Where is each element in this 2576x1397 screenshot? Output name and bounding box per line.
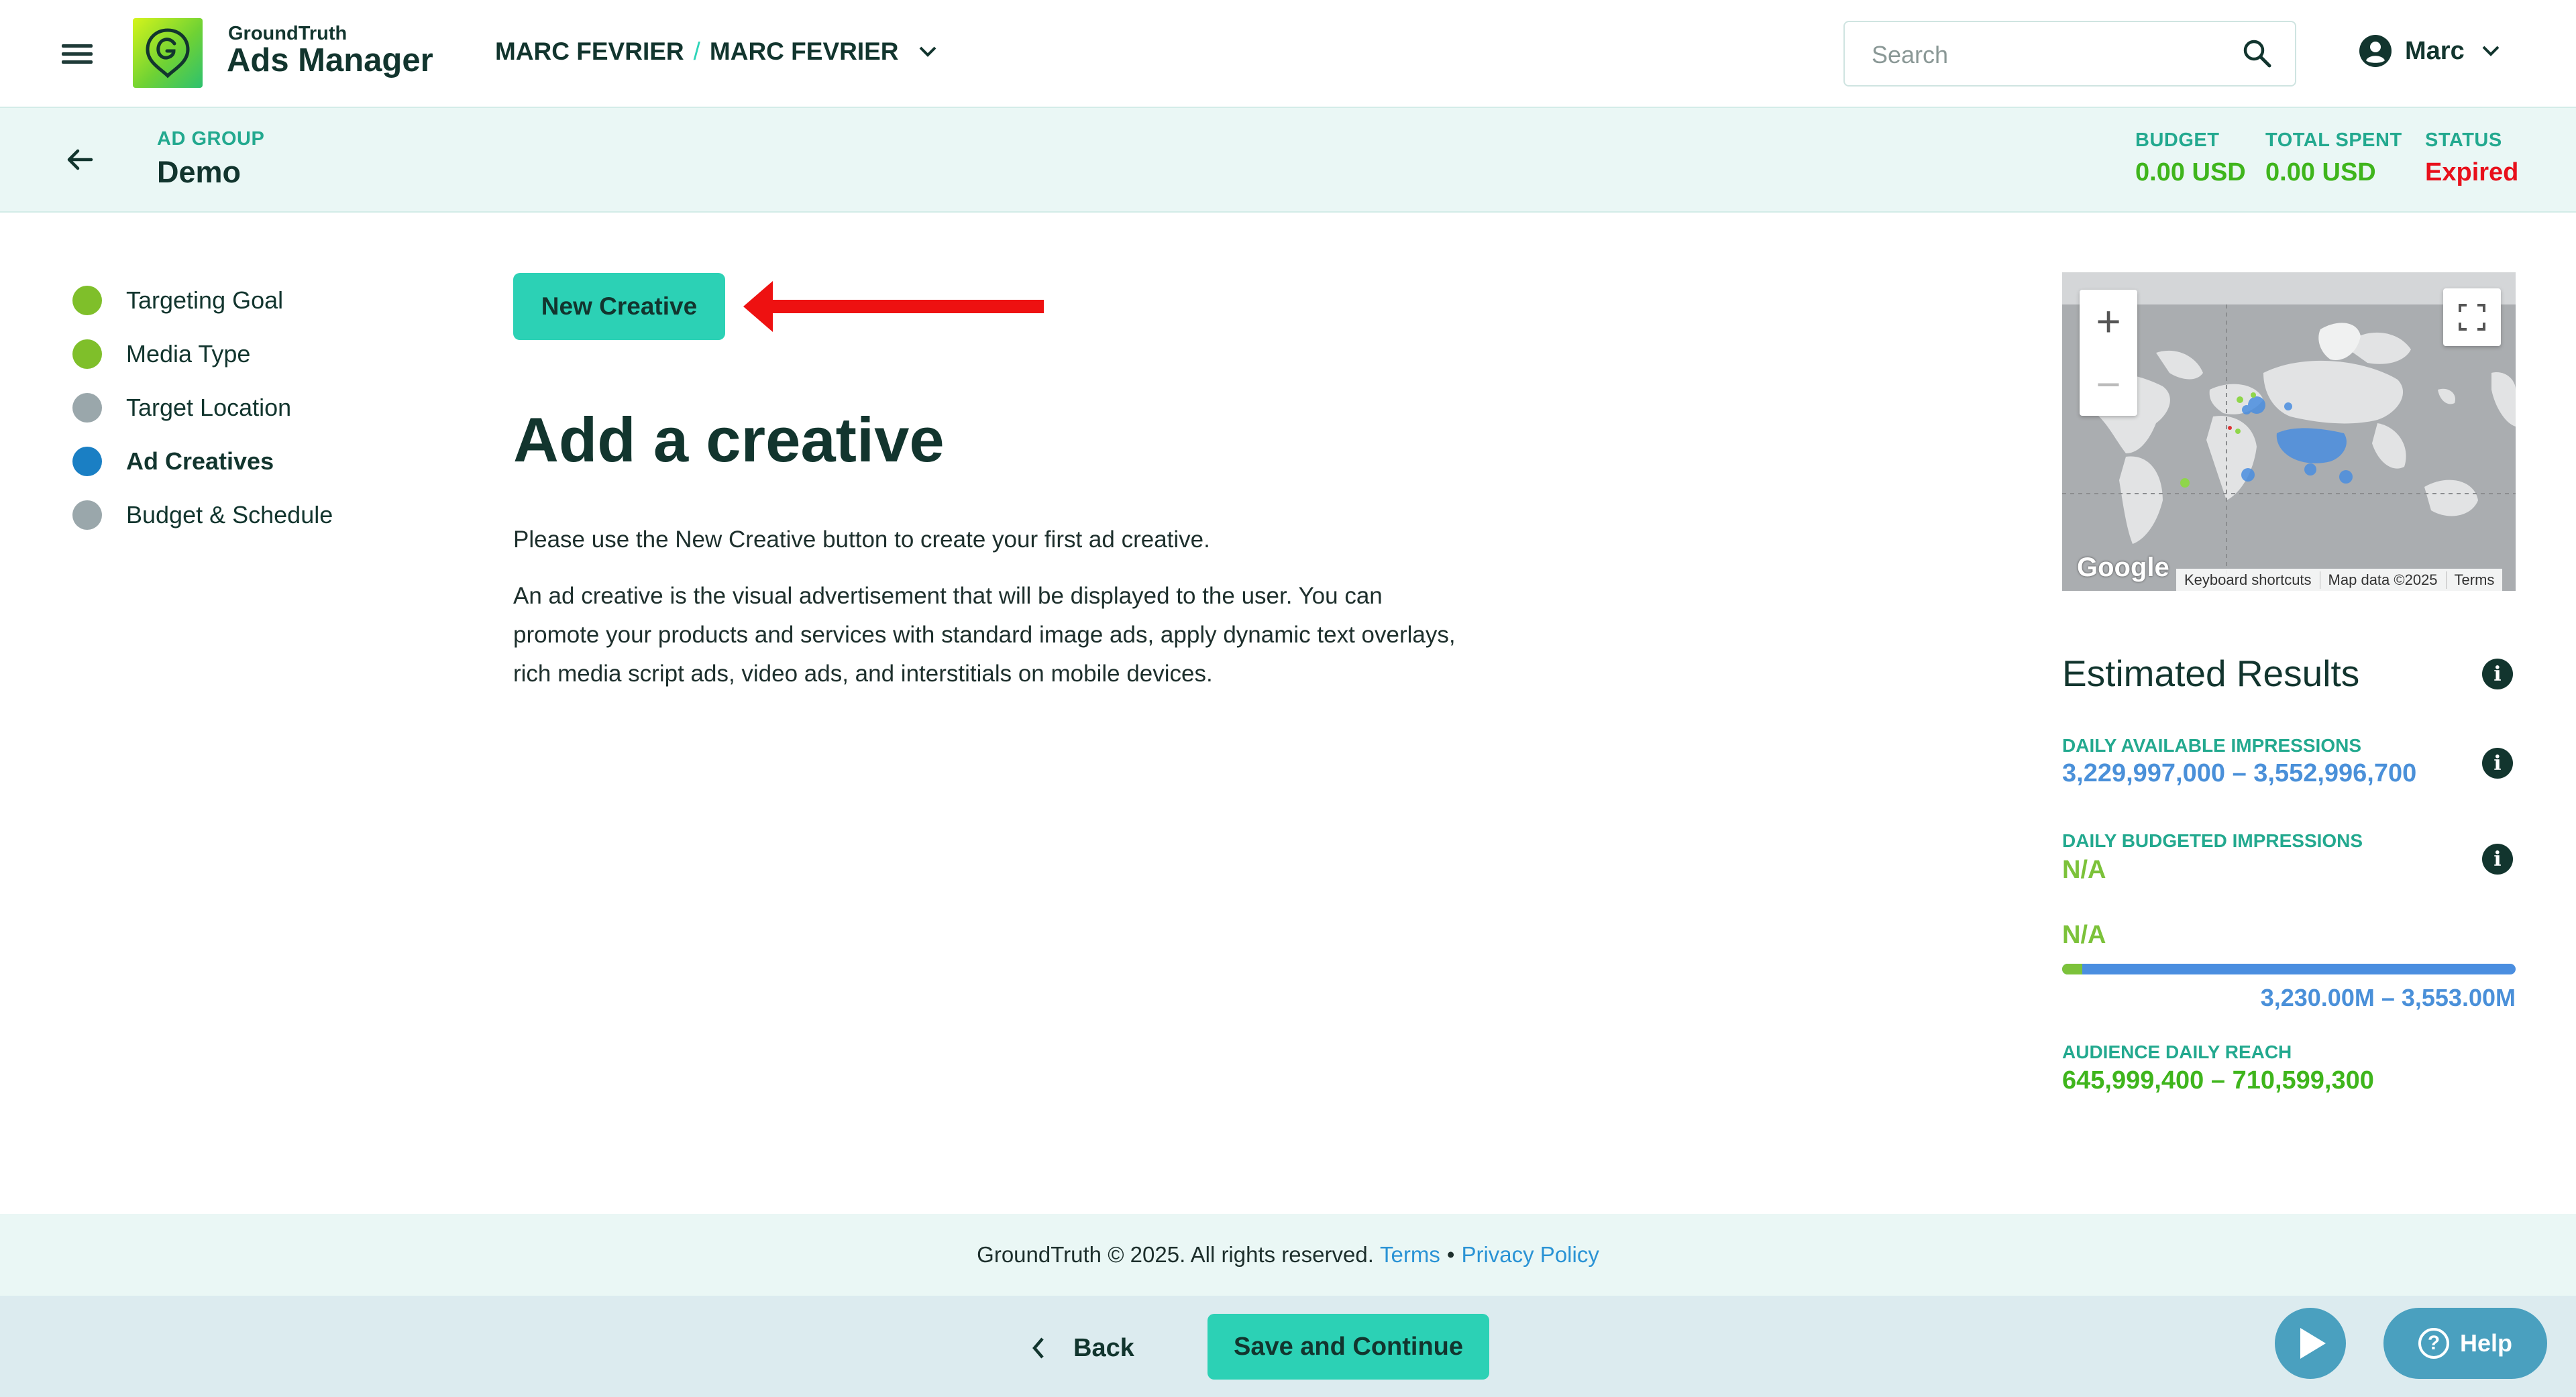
daily-available-value: 3,229,997,000 – 3,552,996,700: [2062, 759, 2417, 787]
save-and-continue-button[interactable]: Save and Continue: [1208, 1314, 1489, 1380]
total-spent-label: TOTAL SPENT: [2265, 129, 2402, 151]
keyboard-shortcuts-link[interactable]: Keyboard shortcuts: [2176, 571, 2320, 589]
search-icon[interactable]: [2241, 37, 2274, 70]
page-title: Add a creative: [513, 404, 945, 475]
groundtruth-logo[interactable]: [133, 18, 203, 88]
step-incomplete-dot: [72, 500, 102, 530]
zoom-out-button[interactable]: −: [2080, 353, 2137, 416]
account-right: MARC FEVRIER: [709, 38, 899, 65]
budget-label: BUDGET: [2135, 129, 2220, 151]
step-label: Target Location: [126, 394, 292, 421]
daily-budgeted-label: DAILY BUDGETED IMPRESSIONS: [2062, 830, 2363, 851]
top-header: GroundTruth Ads Manager MARC FEVRIER / M…: [0, 0, 2576, 108]
help-button[interactable]: ? Help: [2383, 1308, 2547, 1379]
product-name: Ads Manager: [227, 42, 433, 78]
step-targeting-goal[interactable]: Targeting Goal: [72, 274, 333, 327]
status-badge: Expired: [2425, 158, 2519, 186]
user-menu[interactable]: Marc: [2358, 34, 2501, 68]
budgeted-fill: [2062, 964, 2083, 974]
status-stat: STATUS Expired: [2425, 129, 2518, 187]
copyright-text: GroundTruth © 2025. All rights reserved.: [977, 1242, 1374, 1267]
step-navigation: Targeting Goal Media Type Target Locatio…: [72, 274, 333, 542]
account-left: MARC FEVRIER: [495, 38, 684, 65]
ad-group-bar: AD GROUP Demo BUDGET 0.00 USD TOTAL SPEN…: [0, 108, 2576, 213]
chevron-down-icon: [919, 46, 936, 57]
google-logo[interactable]: Google: [2077, 553, 2169, 583]
info-icon[interactable]: i: [2482, 659, 2513, 689]
play-tutorial-button[interactable]: [2275, 1308, 2346, 1379]
menu-icon[interactable]: [62, 42, 94, 66]
fullscreen-button[interactable]: [2443, 288, 2501, 346]
location-map[interactable]: + − Google Keyboard shortcuts Map data ©…: [2062, 272, 2516, 591]
map-zoom-control: + −: [2080, 290, 2137, 416]
step-complete-dot: [72, 339, 102, 369]
step-target-location[interactable]: Target Location: [72, 381, 333, 435]
step-budget-schedule[interactable]: Budget & Schedule: [72, 488, 333, 542]
audience-daily-reach-label: AUDIENCE DAILY REACH: [2062, 1042, 2292, 1062]
status-label: STATUS: [2425, 129, 2502, 151]
reach-na-value: N/A: [2062, 921, 2106, 949]
map-terms-link[interactable]: Terms: [2445, 571, 2503, 589]
help-label: Help: [2459, 1329, 2512, 1357]
step-complete-dot: [72, 286, 102, 315]
help-icon: ?: [2418, 1328, 2449, 1359]
step-label: Targeting Goal: [126, 286, 284, 314]
description-text: An ad creative is the visual advertiseme…: [513, 583, 1456, 687]
ad-group-label: AD GROUP: [157, 128, 265, 150]
intro-text: Please use the New Creative button to cr…: [513, 526, 1210, 553]
step-current-dot: [72, 447, 102, 476]
back-arrow-icon[interactable]: [63, 143, 97, 176]
step-media-type[interactable]: Media Type: [72, 327, 333, 381]
total-spent-stat: TOTAL SPENT 0.00 USD: [2265, 129, 2402, 187]
search-input[interactable]: [1872, 38, 2220, 72]
back-label: Back: [1073, 1333, 1134, 1362]
step-label: Budget & Schedule: [126, 501, 333, 528]
fullscreen-icon: [2459, 304, 2485, 331]
map-attribution: Keyboard shortcuts Map data ©2025 Terms: [2176, 569, 2503, 591]
account-circle-icon: [2359, 35, 2392, 67]
budget-stat: BUDGET 0.00 USD: [2135, 129, 2246, 187]
impressions-range-text: 3,230.00M – 3,553.00M: [2260, 984, 2516, 1011]
red-arrow-annotation: [743, 281, 1044, 332]
estimated-results-title: Estimated Results: [2062, 653, 2360, 694]
zoom-in-button[interactable]: +: [2080, 290, 2137, 353]
account-separator: /: [693, 38, 700, 65]
step-label: Ad Creatives: [126, 447, 274, 475]
play-icon: [2300, 1328, 2326, 1359]
terms-link[interactable]: Terms: [1380, 1242, 1440, 1268]
info-icon[interactable]: i: [2482, 748, 2513, 779]
step-label: Media Type: [126, 340, 251, 368]
step-ad-creatives[interactable]: Ad Creatives: [72, 435, 333, 488]
privacy-policy-link[interactable]: Privacy Policy: [1461, 1242, 1599, 1268]
footer-bullet: •: [1446, 1242, 1455, 1267]
page-footer: GroundTruth © 2025. All rights reserved.…: [0, 1214, 2576, 1296]
impressions-range-bar: [2062, 964, 2516, 974]
search-box[interactable]: [1843, 21, 2296, 87]
map-data-text: Map data ©2025: [2319, 571, 2446, 589]
chevron-down-icon: [2482, 46, 2500, 56]
user-name: Marc: [2405, 36, 2465, 65]
step-incomplete-dot: [72, 393, 102, 423]
action-bar: Back Save and Continue ? Help: [0, 1296, 2576, 1397]
audience-daily-reach-value: 645,999,400 – 710,599,300: [2062, 1066, 2374, 1095]
chevron-left-icon: [1032, 1337, 1044, 1359]
budget-value: 0.00 USD: [2135, 158, 2246, 186]
account-switcher[interactable]: MARC FEVRIER / MARC FEVRIER: [495, 38, 938, 66]
new-creative-button[interactable]: New Creative: [513, 273, 725, 340]
total-spent-value: 0.00 USD: [2265, 158, 2376, 186]
daily-budgeted-value: N/A: [2062, 856, 2106, 884]
info-icon[interactable]: i: [2482, 844, 2513, 875]
daily-available-label: DAILY AVAILABLE IMPRESSIONS: [2062, 735, 2361, 756]
back-button[interactable]: Back: [1030, 1321, 1134, 1375]
ad-group-name: Demo: [157, 155, 241, 189]
